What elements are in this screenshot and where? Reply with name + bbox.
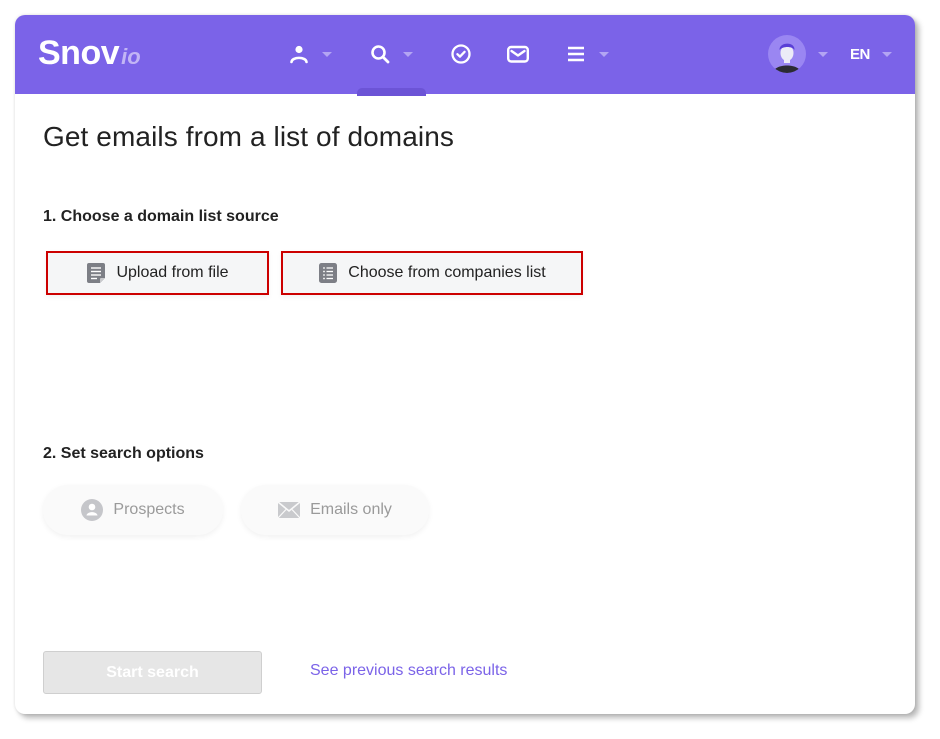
logo-text: Snov (38, 34, 120, 72)
emails-only-label: Emails only (310, 501, 392, 518)
page-title: Get emails from a list of domains (43, 121, 454, 152)
menu-icon (568, 46, 584, 62)
active-nav-indicator (357, 88, 426, 96)
user-avatar-icon (773, 43, 801, 73)
chevron-down-icon (818, 51, 828, 57)
person-icon (290, 45, 308, 64)
person-circle-icon (81, 499, 104, 521)
prospects-label: Prospects (113, 501, 185, 518)
mail-icon (507, 45, 530, 63)
upload-from-file-label: Upload from file (116, 264, 229, 281)
nav-menu[interactable] (565, 40, 609, 68)
choose-from-companies-button[interactable]: Choose from companies list (281, 251, 583, 295)
step1-label: 1. Choose a domain list source (43, 208, 279, 225)
app-window: Snovio EN Get emails from a list of doma… (15, 15, 915, 714)
user-menu[interactable] (768, 35, 828, 73)
choose-from-companies-label: Choose from companies list (348, 264, 546, 281)
nav-search[interactable] (369, 40, 413, 68)
search-icon (371, 45, 390, 64)
nav-email[interactable] (506, 40, 530, 68)
language-selector[interactable]: EN (850, 40, 892, 68)
emails-only-option[interactable]: Emails only (241, 485, 429, 535)
avatar (768, 35, 806, 73)
snovio-logo[interactable]: Snovio (38, 34, 141, 73)
chevron-down-icon (881, 51, 892, 57)
chevron-down-icon (403, 51, 413, 57)
step2-label: 2. Set search options (43, 445, 204, 462)
logo-suffix: io (121, 44, 141, 69)
envelope-icon (278, 502, 301, 518)
check-circle-icon (451, 44, 471, 64)
language-code: EN (850, 45, 870, 63)
upload-from-file-button[interactable]: Upload from file (46, 251, 269, 295)
top-navbar: Snovio EN (15, 15, 915, 96)
list-icon (319, 263, 338, 283)
file-icon (87, 263, 106, 283)
see-previous-results-link[interactable]: See previous search results (310, 662, 507, 680)
start-search-button[interactable]: Start search (43, 651, 262, 694)
chevron-down-icon (599, 51, 609, 57)
chevron-down-icon (322, 51, 332, 57)
nav-prospects[interactable] (288, 40, 332, 68)
prospects-option[interactable]: Prospects (43, 485, 223, 535)
nav-tasks[interactable] (450, 40, 472, 68)
